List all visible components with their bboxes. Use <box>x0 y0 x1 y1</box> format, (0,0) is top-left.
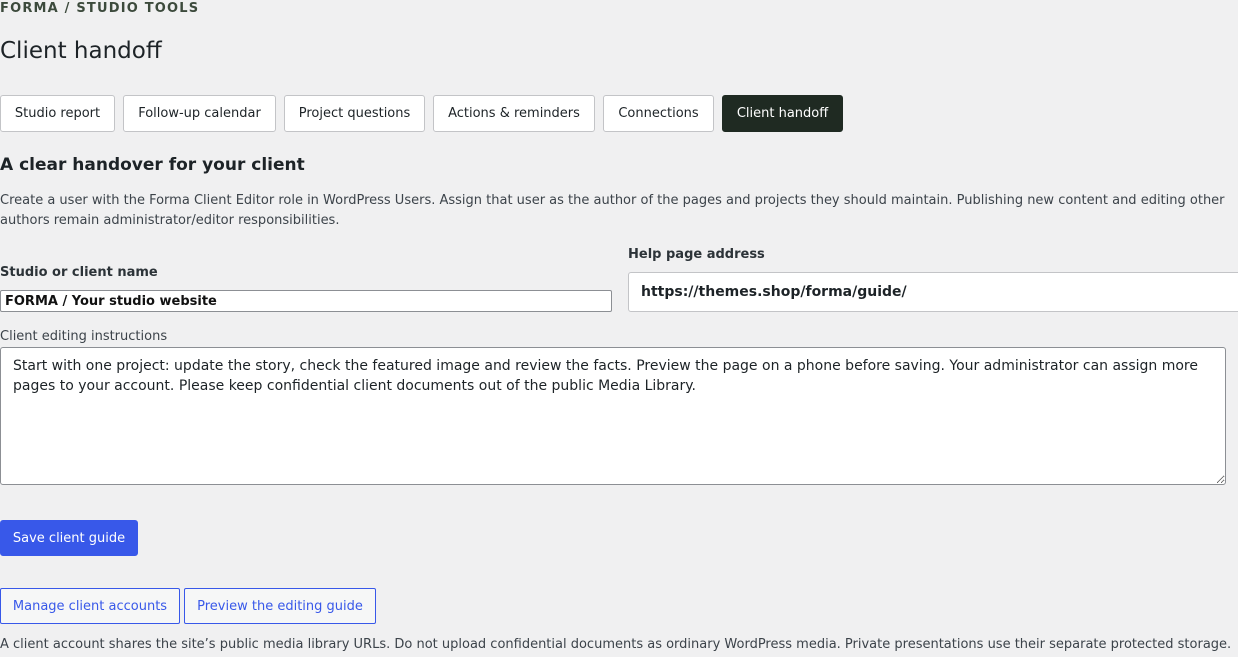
tab-project-questions[interactable]: Project questions <box>284 95 425 132</box>
section-title: A clear handover for your client <box>0 155 305 175</box>
save-client-guide-button[interactable]: Save client guide <box>0 520 138 556</box>
tab-actions-reminders[interactable]: Actions & reminders <box>433 95 595 132</box>
tab-connections[interactable]: Connections <box>603 95 714 132</box>
instructions-textarea[interactable]: Start with one project: update the story… <box>0 347 1226 485</box>
media-privacy-note: A client account shares the site’s publi… <box>0 637 1232 652</box>
tab-studio-report[interactable]: Studio report <box>0 95 115 132</box>
studio-name-label: Studio or client name <box>0 265 158 280</box>
instructions-label: Client editing instructions <box>0 329 168 344</box>
section-intro: Create a user with the Forma Client Edit… <box>0 193 1225 228</box>
tab-follow-up-calendar[interactable]: Follow-up calendar <box>123 95 276 132</box>
preview-editing-guide-button[interactable]: Preview the editing guide <box>184 588 376 624</box>
help-page-input[interactable] <box>628 272 1238 312</box>
tab-client-handoff[interactable]: Client handoff <box>722 95 843 132</box>
help-page-label: Help page address <box>628 247 765 262</box>
breadcrumb: FORMA / STUDIO TOOLS <box>0 1 200 16</box>
manage-client-accounts-button[interactable]: Manage client accounts <box>0 588 180 624</box>
page-title: Client handoff <box>0 38 162 64</box>
client-handoff-page: FORMA / STUDIO TOOLS Client handoff Stud… <box>0 0 1238 657</box>
studio-name-input[interactable] <box>0 290 612 312</box>
